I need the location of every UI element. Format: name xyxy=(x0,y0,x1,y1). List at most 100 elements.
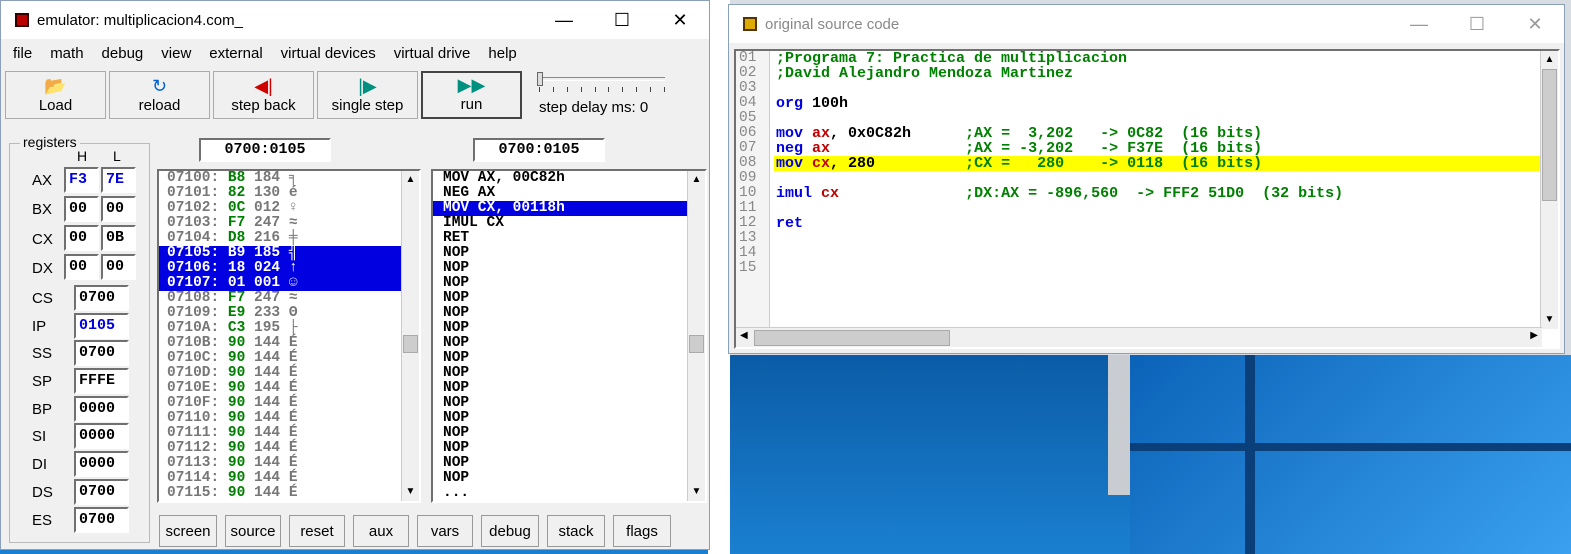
code-line[interactable] xyxy=(774,231,1542,246)
disasm-row[interactable]: MOV AX, 00C82h xyxy=(433,171,705,186)
emulator-titlebar[interactable]: emulator: multiplicacion4.com_ — ☐ ✕ xyxy=(1,1,709,39)
disasm-row[interactable]: RET xyxy=(433,231,705,246)
memory-row[interactable]: 0710D: 90 144 É xyxy=(159,366,419,381)
debug-button[interactable]: debug xyxy=(481,515,539,547)
dx-high[interactable]: 00 xyxy=(64,254,99,280)
reload-button[interactable]: ↻ reload xyxy=(109,71,210,119)
memory-address-field[interactable]: 0700:0105 xyxy=(199,138,331,162)
source-hscrollbar[interactable]: ◀ ▶ xyxy=(736,327,1542,347)
menu-debug[interactable]: debug xyxy=(102,45,144,69)
scroll-down-icon[interactable]: ▼ xyxy=(402,483,419,501)
ds-value[interactable]: 0700 xyxy=(74,479,129,505)
close-button[interactable]: ✕ xyxy=(1506,5,1564,43)
bp-value[interactable]: 0000 xyxy=(74,396,129,422)
disasm-row[interactable]: NOP xyxy=(433,426,705,441)
code-line[interactable]: imul cx ;DX:AX = -896,560 -> FFF2 51D0 (… xyxy=(774,186,1542,201)
cx-high[interactable]: 00 xyxy=(64,225,99,251)
disasm-row[interactable]: NOP xyxy=(433,276,705,291)
menu-external[interactable]: external xyxy=(209,45,262,69)
memory-row[interactable]: 07111: 90 144 É xyxy=(159,426,419,441)
bx-low[interactable]: 00 xyxy=(101,196,136,222)
menu-math[interactable]: math xyxy=(50,45,83,69)
code-line-current[interactable]: mov cx, 280 ;CX = 280 -> 0118 (16 bits) xyxy=(774,156,1542,171)
disasm-row[interactable]: NOP xyxy=(433,441,705,456)
disasm-row[interactable]: NOP xyxy=(433,321,705,336)
scroll-down-icon[interactable]: ▼ xyxy=(688,483,705,501)
scroll-up-icon[interactable]: ▲ xyxy=(1541,51,1558,69)
run-button[interactable]: ▶▶ run xyxy=(421,71,522,119)
si-value[interactable]: 0000 xyxy=(74,423,129,449)
step-back-button[interactable]: ◀| step back xyxy=(213,71,314,119)
scroll-thumb[interactable] xyxy=(754,330,950,346)
memory-row[interactable]: 0710F: 90 144 É xyxy=(159,396,419,411)
es-value[interactable]: 0700 xyxy=(74,507,129,533)
step-delay-slider[interactable]: step delay ms: 0 xyxy=(535,71,675,119)
memory-row-selected[interactable]: 07105: B9 185 ╣ xyxy=(159,246,419,261)
memory-row[interactable]: 07110: 90 144 É xyxy=(159,411,419,426)
code-line[interactable] xyxy=(774,171,1542,186)
memory-list[interactable]: 07100: B8 184 ╕ 07101: 82 130 é 07102: 0… xyxy=(157,169,421,503)
disasm-address-field[interactable]: 0700:0105 xyxy=(473,138,605,162)
disasm-row[interactable]: NOP xyxy=(433,306,705,321)
vars-button[interactable]: vars xyxy=(417,515,473,547)
bx-high[interactable]: 00 xyxy=(64,196,99,222)
disasm-row[interactable]: IMUL CX xyxy=(433,216,705,231)
disasm-row[interactable]: NOP xyxy=(433,291,705,306)
minimize-button[interactable]: — xyxy=(1390,5,1448,43)
memory-row[interactable]: 07115: 90 144 É xyxy=(159,486,419,501)
memory-row[interactable]: 0710A: C3 195 ├ xyxy=(159,321,419,336)
disasm-row[interactable]: NOP xyxy=(433,471,705,486)
code-line[interactable]: org 100h xyxy=(774,96,1542,111)
source-editor[interactable]: 01 02 03 04 05 06 07 08 09 10 11 12 13 1… xyxy=(734,49,1560,349)
slider-thumb[interactable] xyxy=(537,72,543,86)
disasm-row[interactable]: NOP xyxy=(433,381,705,396)
code-line[interactable] xyxy=(774,246,1542,261)
ax-low[interactable]: 7E xyxy=(101,167,136,193)
minimize-button[interactable]: — xyxy=(535,1,593,39)
code-line[interactable]: mov ax, 0x0C82h ;AX = 3,202 -> 0C82 (16 … xyxy=(774,126,1542,141)
maximize-button[interactable]: ☐ xyxy=(1448,5,1506,43)
ip-value[interactable]: 0105 xyxy=(74,313,129,339)
disasm-row[interactable]: NOP xyxy=(433,396,705,411)
menu-virtual-devices[interactable]: virtual devices xyxy=(281,45,376,69)
disasm-row[interactable]: NOP xyxy=(433,351,705,366)
source-titlebar[interactable]: original source code — ☐ ✕ xyxy=(729,5,1564,43)
memory-row[interactable]: 0710C: 90 144 É xyxy=(159,351,419,366)
scroll-down-icon[interactable]: ▼ xyxy=(1541,311,1558,329)
disasm-row[interactable]: NOP xyxy=(433,261,705,276)
memory-scrollbar[interactable]: ▲ ▼ xyxy=(401,171,419,501)
source-vscrollbar[interactable]: ▲ ▼ xyxy=(1540,51,1558,329)
code-line[interactable]: ret xyxy=(774,216,1542,231)
disasm-row[interactable]: NOP xyxy=(433,246,705,261)
disassembly-list[interactable]: MOV AX, 00C82h NEG AX MOV CX, 00118h IMU… xyxy=(431,169,707,503)
code-line[interactable] xyxy=(774,111,1542,126)
aux-button[interactable]: aux xyxy=(353,515,409,547)
scroll-thumb[interactable] xyxy=(689,335,704,353)
sp-value[interactable]: FFFE xyxy=(74,368,129,394)
menu-virtual-drive[interactable]: virtual drive xyxy=(394,45,471,69)
memory-row[interactable]: 07104: D8 216 ╪ xyxy=(159,231,419,246)
memory-row[interactable]: 07113: 90 144 É xyxy=(159,456,419,471)
di-value[interactable]: 0000 xyxy=(74,451,129,477)
disasm-scrollbar[interactable]: ▲ ▼ xyxy=(687,171,705,501)
ax-high[interactable]: F3 xyxy=(64,167,99,193)
dx-low[interactable]: 00 xyxy=(101,254,136,280)
memory-row[interactable]: 07114: 90 144 É xyxy=(159,471,419,486)
disasm-row-selected[interactable]: MOV CX, 00118h xyxy=(433,201,705,216)
menu-help[interactable]: help xyxy=(488,45,516,69)
memory-row[interactable]: 07108: F7 247 ≈ xyxy=(159,291,419,306)
disasm-row[interactable]: ... xyxy=(433,486,705,501)
disasm-row[interactable]: NOP xyxy=(433,366,705,381)
code-line[interactable]: ;Programa 7: Practica de multiplicacion xyxy=(774,51,1542,66)
memory-row[interactable]: 07103: F7 247 ≈ xyxy=(159,216,419,231)
code-line[interactable] xyxy=(774,201,1542,216)
menu-file[interactable]: file xyxy=(13,45,32,69)
code-line[interactable] xyxy=(774,261,1542,276)
code-line[interactable]: ;David Alejandro Mendoza Martinez xyxy=(774,66,1542,81)
memory-row[interactable]: 07109: E9 233 Θ xyxy=(159,306,419,321)
memory-row[interactable]: 0710B: 90 144 É xyxy=(159,336,419,351)
menu-view[interactable]: view xyxy=(161,45,191,69)
memory-row[interactable]: 07101: 82 130 é xyxy=(159,186,419,201)
memory-row-selected[interactable]: 07106: 18 024 ↑ xyxy=(159,261,419,276)
screen-button[interactable]: screen xyxy=(159,515,217,547)
